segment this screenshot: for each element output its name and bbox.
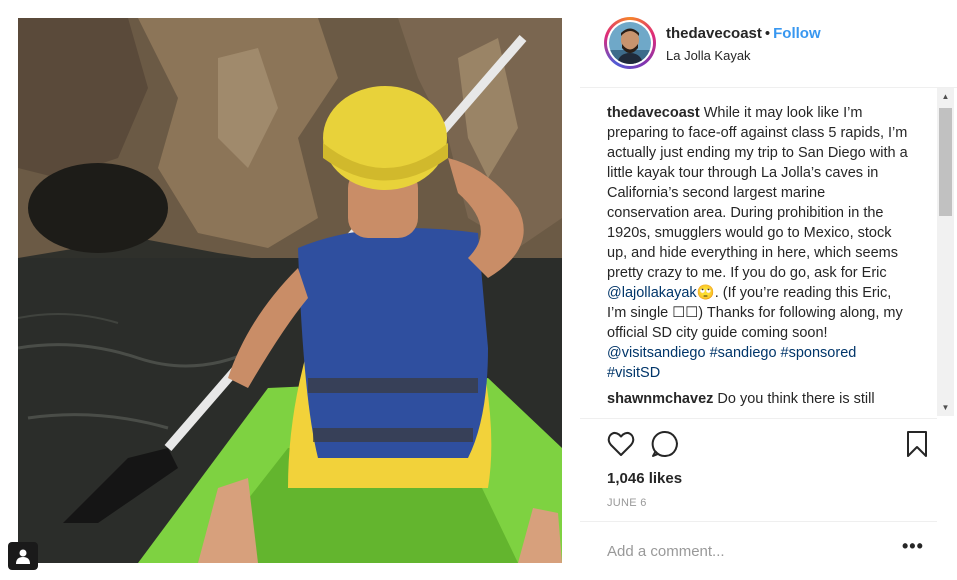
avatar[interactable]	[604, 17, 656, 69]
speech-bubble-icon[interactable]	[650, 429, 680, 459]
add-comment-input[interactable]	[607, 540, 877, 562]
scroll-up-arrow-icon[interactable]: ▲	[937, 88, 954, 105]
hashtag-sandiego[interactable]: #sandiego	[710, 345, 777, 361]
post-actions	[580, 418, 937, 468]
post-author-line: thedavecoast • Follow	[666, 25, 821, 42]
post-photo[interactable]	[18, 18, 562, 563]
follow-button[interactable]: Follow	[773, 25, 821, 42]
add-comment-bar: •••	[580, 521, 937, 580]
more-options-icon[interactable]: •••	[902, 536, 924, 557]
scroll-down-arrow-icon[interactable]: ▼	[937, 399, 954, 416]
mention-visitsandiego[interactable]: @visitsandiego	[607, 345, 706, 361]
comments-scrollbar[interactable]: ▲ ▼	[937, 88, 954, 416]
comment-username[interactable]: shawnmchavez	[607, 391, 713, 407]
caption: thedavecoast While it may look like I’m …	[607, 103, 909, 383]
comment-text: Do you think there is still	[717, 391, 875, 407]
bookmark-icon[interactable]	[902, 429, 932, 459]
separator-dot: •	[764, 25, 771, 42]
post-date[interactable]: JUNE 6	[607, 497, 647, 509]
kayak-photo-image	[18, 18, 562, 563]
post-header: thedavecoast • Follow La Jolla Kayak	[580, 0, 957, 88]
hashtag-sponsored[interactable]: #sponsored	[781, 345, 857, 361]
caption-username[interactable]: thedavecoast	[607, 105, 700, 121]
hashtag-visitsd[interactable]: #visitSD	[607, 365, 660, 381]
heart-icon[interactable]	[606, 429, 636, 459]
post-location[interactable]: La Jolla Kayak	[666, 48, 751, 63]
like-count[interactable]: 1,046 likes	[607, 470, 682, 487]
profile-photo-image	[609, 22, 651, 64]
comment-item: shawnmchavez Do you think there is still	[607, 389, 909, 409]
mention-lajollakayak[interactable]: @lajollakayak	[607, 285, 697, 301]
caption-text-part1: While it may look like I’m preparing to …	[607, 105, 908, 281]
post-sidebar: thedavecoast • Follow La Jolla Kayak theda…	[580, 0, 957, 580]
user-tag-icon[interactable]	[8, 542, 38, 570]
comments-list: thedavecoast While it may look like I’m …	[607, 103, 909, 418]
scrollbar-thumb[interactable]	[939, 108, 952, 216]
post-username[interactable]: thedavecoast	[666, 25, 762, 42]
